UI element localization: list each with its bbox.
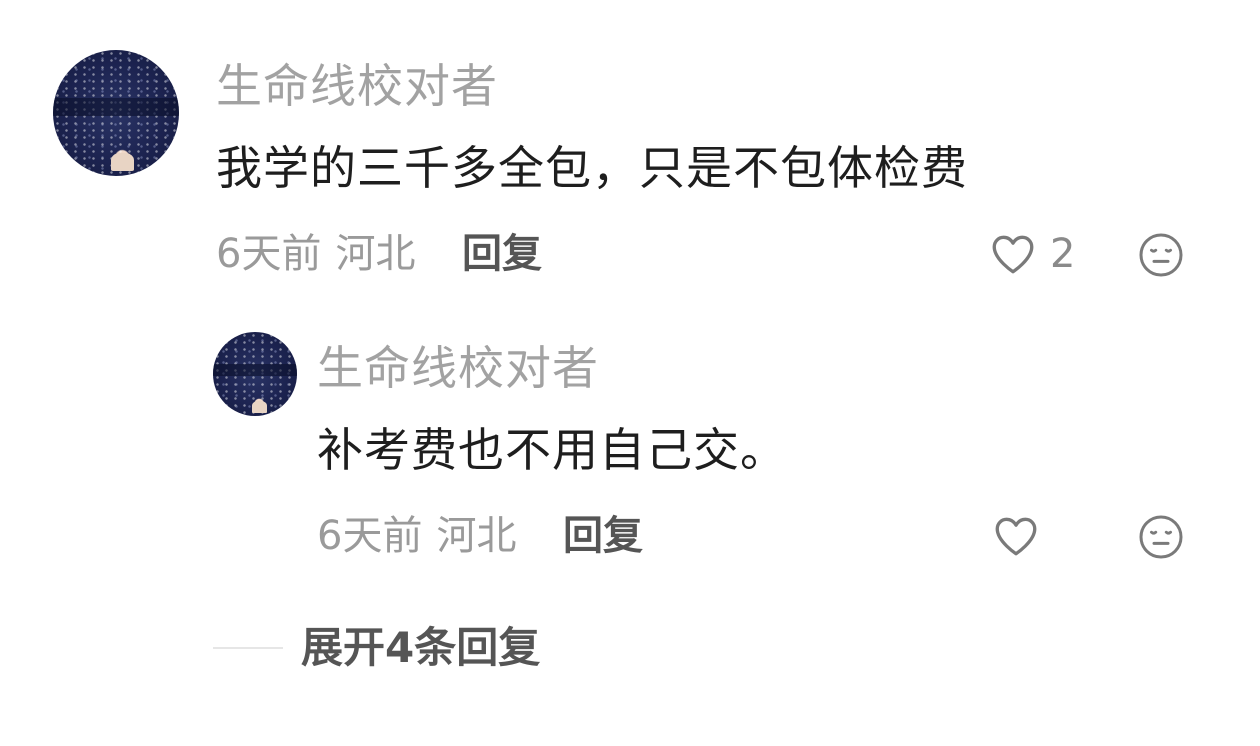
comment-username[interactable]: 生命线校对者	[216, 58, 498, 114]
expand-replies-label: 展开4条回复	[301, 623, 541, 672]
comment-location: 河北	[335, 231, 416, 277]
reply-like-button[interactable]	[991, 511, 1041, 561]
reply-location: 河北	[436, 513, 517, 559]
like-count: 2	[1050, 231, 1076, 277]
heart-outline-icon	[988, 229, 1038, 279]
like-button[interactable]: 2	[988, 229, 1075, 279]
expand-replies-button[interactable]: 展开4条回复	[213, 622, 540, 674]
comment-thread: 生命线校对者 我学的三千多全包，只是不包体检费 6天前 河北 回复 2 生命线校…	[0, 0, 1260, 746]
reply-username[interactable]: 生命线校对者	[317, 340, 599, 396]
reply-text: 补考费也不用自己交。	[317, 423, 787, 477]
reply-reply-button[interactable]: 回复	[563, 511, 643, 561]
reply-time: 6天前	[317, 513, 423, 559]
dislike-button[interactable]	[1137, 231, 1185, 279]
heart-outline-icon	[991, 511, 1041, 561]
reply-meta: 6天前 河北	[317, 511, 516, 561]
user-avatar[interactable]	[53, 50, 179, 176]
reply-button[interactable]: 回复	[462, 229, 542, 279]
reply-user-avatar[interactable]	[213, 332, 297, 416]
comment-meta: 6天前 河北	[216, 229, 415, 279]
comment-time: 6天前	[216, 231, 322, 277]
avatar-band	[53, 97, 179, 116]
avatar-figure	[110, 153, 134, 171]
avatar-band	[213, 363, 297, 376]
reply-dislike-button[interactable]	[1137, 513, 1185, 561]
meh-face-icon	[1137, 231, 1185, 279]
meh-face-icon	[1137, 513, 1185, 561]
comment-text: 我学的三千多全包，只是不包体检费	[216, 141, 968, 195]
avatar-figure	[251, 400, 267, 413]
expand-divider	[213, 647, 283, 649]
